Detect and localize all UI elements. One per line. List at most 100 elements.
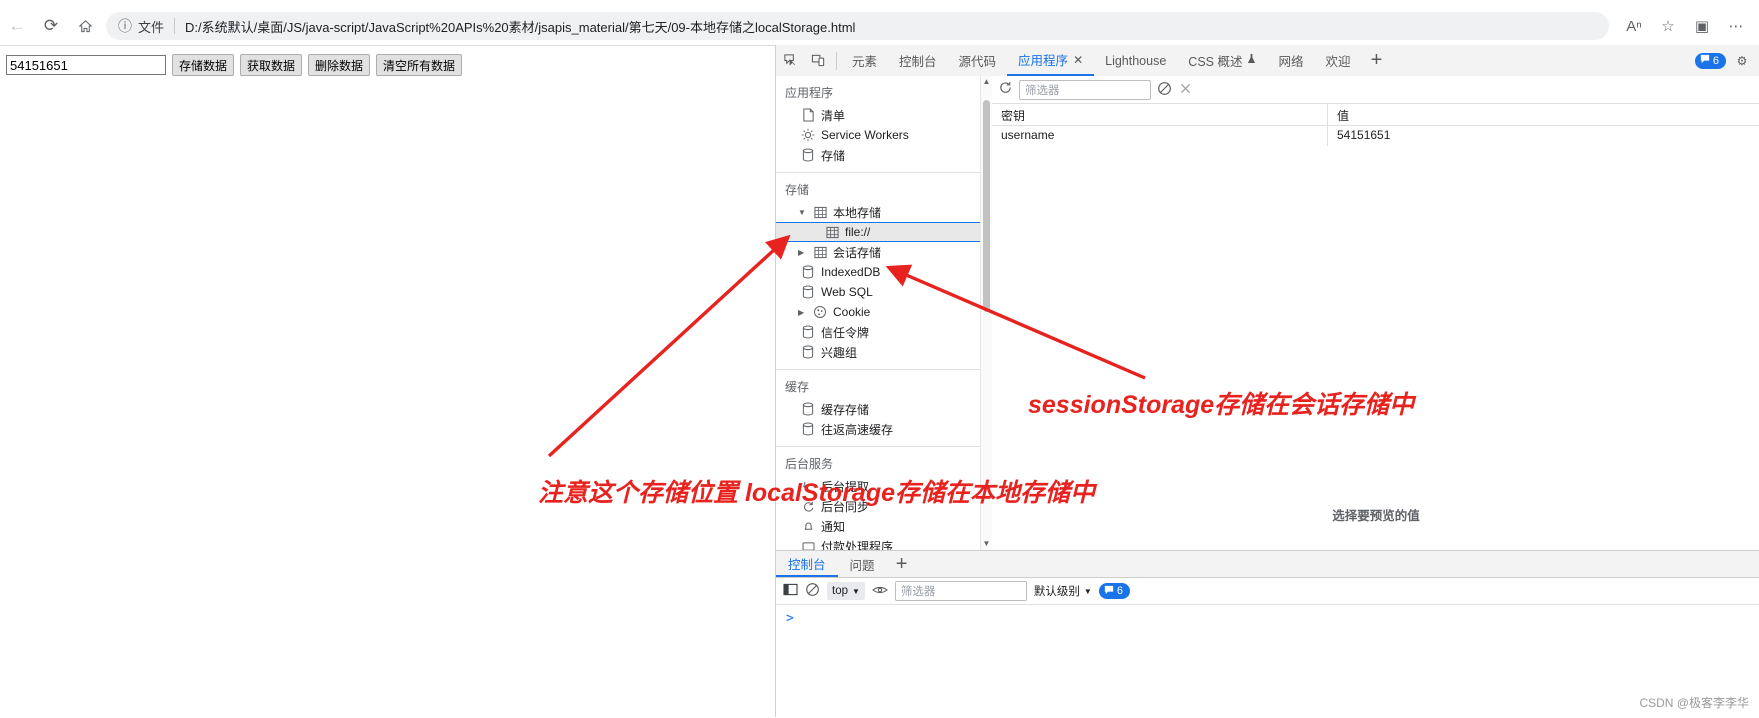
filter-placeholder: 筛选器 [1025,84,1060,97]
annotation-local-storage: 注意这个存储位置 localStorage存储在本地存储中 [538,479,1095,507]
tab-sources[interactable]: 源代码 [948,45,1008,76]
drawer-tab-issues[interactable]: 问题 [838,551,887,577]
console-level-selector[interactable]: 默认级别 ▼ [1034,583,1092,599]
ellipsis-icon[interactable]: ⋯ [1719,11,1753,41]
drawer-tab-console[interactable]: 控制台 [776,551,838,577]
sidebar-item-cookie[interactable]: ▶ Cookie [776,302,991,322]
tab-label: 网络 [1278,55,1304,69]
sidebar-item-trust-tokens[interactable]: 信任令牌 [776,322,991,342]
tab-application[interactable]: 应用程序 ✕ [1007,45,1095,76]
sidebar-item-label: file:// [845,225,871,239]
url-text: D:/系统默认/桌面/JS/java-script/JavaScript%20A… [185,19,856,35]
sidebar-item-label: 清单 [821,108,846,123]
table-row[interactable]: username 54151651 [992,126,1759,146]
add-tab-button[interactable]: + [1362,45,1392,76]
tab-network[interactable]: 网络 [1267,45,1314,76]
table-icon [810,246,830,259]
column-header-value[interactable]: 值 [1328,104,1349,125]
value-input[interactable] [6,55,166,75]
clear-console-icon[interactable] [805,582,820,600]
gear-icon[interactable]: ⚙ [1728,48,1756,74]
console-sidebar-icon[interactable] [783,583,798,599]
collections-icon[interactable]: ▣ [1685,11,1719,41]
console-prompt[interactable]: > [776,605,1759,626]
database-icon [798,148,818,162]
inspect-element-icon[interactable] [776,48,804,74]
message-count: 6 [1116,585,1123,597]
sidebar-item-label: 信任令牌 [821,325,870,340]
storage-filter-input[interactable]: 筛选器 [1019,79,1151,100]
tab-css-overview[interactable]: CSS 概述 [1177,45,1267,76]
star-icon[interactable]: ☆ [1651,11,1685,41]
console-toolbar: top ▼ 筛选器 默认级别 ▼ 6 [776,578,1759,605]
chevron-right-icon[interactable]: ▶ [798,308,810,317]
tab-console[interactable]: 控制台 [888,45,948,76]
database-icon [798,265,818,279]
console-filter-input[interactable]: 筛选器 [894,581,1027,601]
sidebar-item-cache-storage[interactable]: 缓存存储 [776,399,991,419]
sidebar-item-storage[interactable]: 存储 [776,145,991,165]
sidebar-item-interest-groups[interactable]: 兴趣组 [776,342,991,362]
delete-selected-icon[interactable] [1178,81,1193,99]
reload-icon[interactable]: ⟳ [34,11,68,41]
clear-all-data-button[interactable]: 清空所有数据 [376,54,463,76]
payment-icon [798,541,818,550]
refresh-icon[interactable] [998,81,1013,99]
back-icon[interactable]: ← [0,11,34,41]
address-bar[interactable]: ⓘ 文件 D:/系统默认/桌面/JS/java-script/JavaScrip… [106,12,1609,40]
sidebar-item-session-storage[interactable]: ▶ 会话存储 [776,242,991,262]
clear-all-icon[interactable] [1157,81,1172,99]
sidebar-item-file-origin[interactable]: file:// [776,222,991,242]
sidebar-item-local-storage[interactable]: ▼ 本地存储 [776,202,991,222]
table-icon [810,206,830,219]
get-data-button[interactable]: 获取数据 [240,54,303,76]
console-context-selector[interactable]: top ▼ [827,582,865,600]
console-drawer: 控制台 问题 + top ▼ 筛选器 默认级别 ▼ 6 > [776,550,1759,718]
chevron-right-icon[interactable]: ▶ [798,248,810,257]
tab-label: 元素 [852,55,878,69]
sidebar-item-label: 付款处理程序 [821,539,894,551]
tab-lighthouse[interactable]: Lighthouse [1094,45,1177,76]
close-icon[interactable]: ✕ [1073,53,1083,67]
cookie-icon [810,305,830,319]
chevron-down-icon[interactable]: ▼ [798,208,810,217]
url-scheme-label: 文件 [138,19,165,35]
sidebar-item-label: 通知 [821,519,846,534]
sidebar-item-web-sql[interactable]: Web SQL [776,282,991,302]
live-expression-icon[interactable] [871,584,888,599]
console-message-count-badge[interactable]: 6 [1098,583,1130,599]
message-count-badge[interactable]: 6 [1694,52,1726,69]
tab-elements[interactable]: 元素 [841,45,888,76]
browser-window: ← ⟳ ⓘ 文件 D:/系统默认/桌面/JS/java-script/JavaS… [0,0,1759,718]
scroll-up-arrow[interactable]: ▲ [981,76,992,88]
drawer-add-tab-button[interactable]: + [887,549,917,580]
bell-icon [798,520,818,533]
page-viewport: 存储数据 获取数据 删除数据 清空所有数据 [0,45,775,718]
message-bubble-icon [1700,54,1710,67]
sidebar-item-payment-handler[interactable]: 付款处理程序 [776,536,991,550]
chevron-down-icon: ▼ [1083,586,1092,596]
sidebar-item-service-workers[interactable]: Service Workers [776,125,991,145]
sidebar-section-storage: 存储 ▼ 本地存储 file:// ▶ 会话存储 IndexedDB Web S… [776,173,991,370]
table-icon [822,226,842,239]
device-toolbar-icon[interactable] [804,48,832,74]
read-aloud-icon[interactable]: Aⁿ [1617,11,1651,41]
sidebar-item-indexeddb[interactable]: IndexedDB [776,262,991,282]
tab-label: 源代码 [958,55,997,69]
delete-data-button[interactable]: 删除数据 [308,54,371,76]
sidebar-section-application: 应用程序 清单 Service Workers 存储 [776,76,991,173]
sidebar-item-notifications[interactable]: 通知 [776,516,991,536]
storage-table-header: 密钥 值 [992,104,1759,126]
save-data-button[interactable]: 存储数据 [172,54,235,76]
sidebar-item-manifest[interactable]: 清单 [776,105,991,125]
sidebar-item-back-forward-cache[interactable]: 往返高速缓存 [776,419,991,439]
scroll-down-arrow[interactable]: ▼ [981,538,992,550]
column-header-key[interactable]: 密钥 [992,104,1328,125]
tab-label: Lighthouse [1105,53,1167,68]
section-title: 缓存 [785,380,810,394]
home-icon[interactable] [68,11,102,41]
browser-actions: Aⁿ ☆ ▣ ⋯ [1617,11,1759,41]
gear-icon [798,128,818,142]
scrollbar-thumb[interactable] [983,100,990,312]
tab-welcome[interactable]: 欢迎 [1315,45,1362,76]
